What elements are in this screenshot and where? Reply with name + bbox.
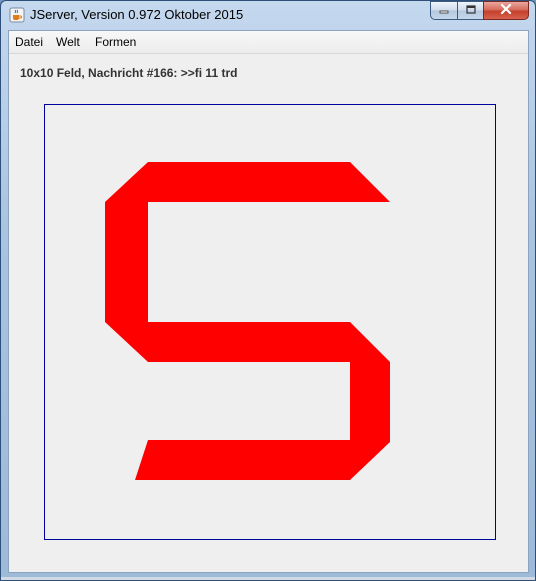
title-bar[interactable]: JServer, Version 0.972 Oktober 2015	[1, 1, 535, 29]
maximize-icon	[465, 2, 477, 20]
app-window: JServer, Version 0.972 Oktober 2015 Date…	[0, 0, 536, 581]
game-board[interactable]	[44, 104, 496, 540]
menu-datei[interactable]: Datei	[15, 35, 43, 49]
window-bottom-border	[1, 577, 535, 580]
minimize-icon	[438, 2, 450, 20]
status-message: 10x10 Feld, Nachricht #166: >>fi 11 trd	[20, 66, 238, 80]
close-button[interactable]	[483, 1, 529, 20]
menu-bar: Datei Welt Formen	[9, 31, 528, 54]
window-title: JServer, Version 0.972 Oktober 2015	[30, 7, 244, 22]
close-icon	[499, 2, 513, 20]
menu-formen[interactable]: Formen	[95, 35, 136, 49]
menu-welt[interactable]: Welt	[56, 35, 80, 49]
board-canvas	[105, 162, 390, 480]
client-area: Datei Welt Formen 10x10 Feld, Nachricht …	[8, 30, 529, 573]
s-shape	[105, 162, 390, 480]
minimize-button[interactable]	[430, 1, 457, 20]
java-coffee-cup-icon[interactable]	[9, 7, 25, 23]
window-controls	[430, 1, 529, 21]
maximize-button[interactable]	[457, 1, 483, 20]
